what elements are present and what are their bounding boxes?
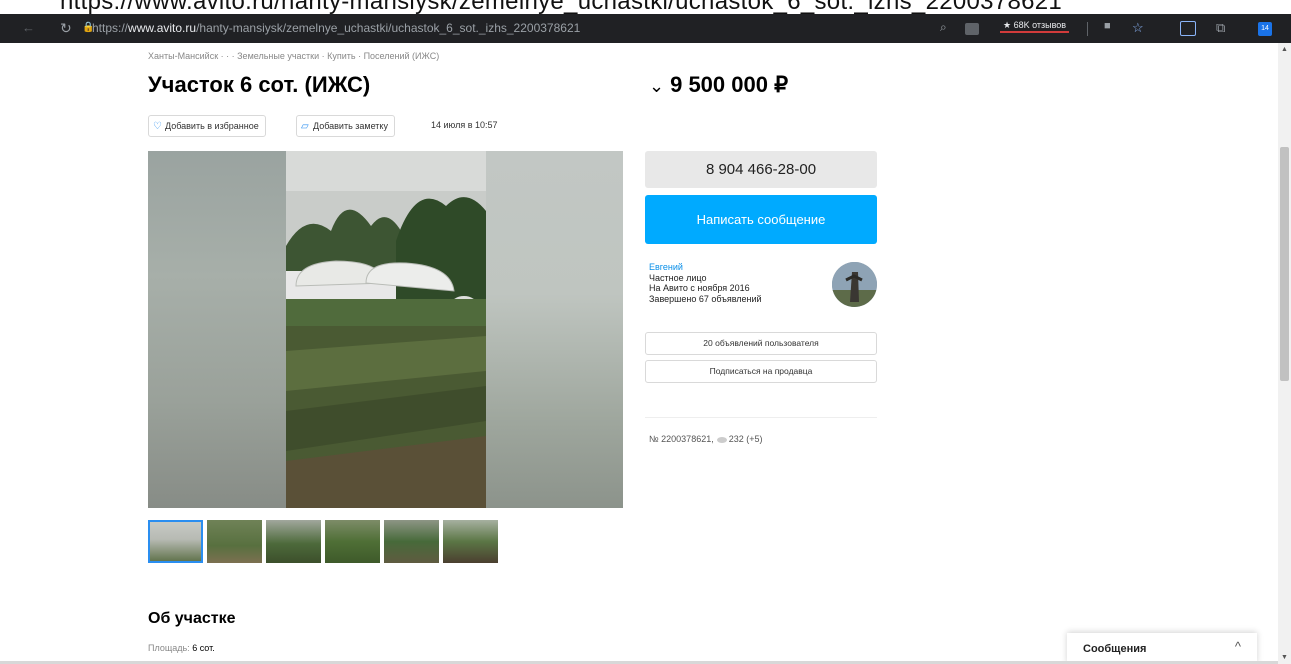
gallery-blur-left [148,151,286,508]
messenger-widget[interactable]: Сообщения ^ [1067,633,1257,664]
scroll-up-icon[interactable]: ▲ [1281,46,1288,53]
avatar[interactable] [832,262,877,307]
collections-icon[interactable] [1180,21,1196,36]
thumbnail[interactable] [207,520,262,563]
profile-badge[interactable]: 14 [1258,22,1272,36]
gallery-blur-right [486,151,623,508]
extension-icon[interactable] [965,23,979,35]
messenger-label: Сообщения [1083,643,1147,655]
favorites-star-icon[interactable]: ☆ [1132,20,1144,36]
thumbnail[interactable] [266,520,321,563]
browser-toolbar: ← ↻ 🔒 https://www.avito.ru/hanty-mansiys… [0,14,1291,43]
reload-icon[interactable]: ↻ [60,20,72,37]
page-scrollbar[interactable]: ▲ ▼ [1278,43,1291,664]
url-path: /hanty-mansiysk/zemelnye_uchastki/uchast… [196,21,581,35]
url-prefix: https:// [92,21,129,35]
show-phone-button[interactable]: 8 904 466-28-00 [645,151,877,188]
thumbnail[interactable] [443,520,498,563]
price: ⌄ 9 500 000 ₽ [649,72,788,98]
view-count: 232 (+5) [728,434,763,444]
search-icon[interactable]: ⌕ [940,20,947,35]
chevron-down-icon[interactable]: ⌄ [649,76,664,96]
thumbnail[interactable] [148,520,203,563]
seller-info: Евгений Частное лицо На Авито с ноября 2… [649,262,762,304]
add-favorite-label: Добавить в избранное [165,121,259,131]
seller-type: Частное лицо [649,272,707,283]
top-cropped-strip: https://www.avito.ru/hanty-mansiysk/zeme… [0,0,1291,14]
seller-completed: Завершено 67 объявлений [649,293,762,304]
listing-meta: № 2200378621, 232 (+5) [649,434,763,444]
bookmark-icon[interactable]: ■ [1104,20,1111,32]
cropped-url-text: https://www.avito.ru/hanty-mansiysk/zeme… [60,0,1063,14]
thumbnail[interactable] [384,520,439,563]
seller-name-link[interactable]: Евгений [649,262,762,273]
back-icon[interactable]: ← [22,20,35,35]
write-message-button[interactable]: Написать сообщение [645,195,877,244]
param-label: Площадь: [148,643,190,653]
price-value: 9 500 000 ₽ [670,72,789,97]
add-note-button[interactable]: ▱ Добавить заметку [296,115,395,137]
heart-icon: ♡ [153,121,162,132]
thumbnail[interactable] [325,520,380,563]
rating-chip[interactable]: ★ 68K отзывов [1000,20,1070,33]
listing-number: № 2200378621, [649,434,714,444]
url-host: www.avito.ru [128,21,197,35]
seller-listings-button[interactable]: 20 объявлений пользователя [645,332,877,355]
section-title: Об участке [148,610,236,627]
page-title: Участок 6 сот. (ИЖС) [148,72,371,97]
seller-since: На Авито с ноября 2016 [649,283,750,293]
param-value: 6 сот. [192,643,215,653]
divider [645,417,877,418]
note-icon: ▱ [301,121,309,132]
eye-icon [716,436,727,443]
scroll-down-icon[interactable]: ▼ [1281,654,1288,661]
area-parameter: Площадь: 6 сот. [148,643,215,653]
address-bar[interactable]: https://www.avito.ru/hanty-mansiysk/zeme… [92,18,982,39]
breadcrumb[interactable]: Ханты-Мансийск · · · Земельные участки ·… [148,51,439,61]
subscribe-seller-button[interactable]: Подписаться на продавца [645,360,877,383]
photo-gallery[interactable] [148,151,623,508]
add-favorite-button[interactable]: ♡ Добавить в избранное [148,115,266,137]
toolbar-divider [1087,22,1088,36]
scrollbar-thumb[interactable] [1280,147,1289,381]
chevron-up-icon[interactable]: ^ [1235,639,1241,654]
listing-date: 14 июля в 10:57 [431,120,498,130]
extensions-icon[interactable]: ⧉ [1216,20,1225,36]
main-photo[interactable] [286,151,486,508]
add-note-label: Добавить заметку [313,121,388,131]
